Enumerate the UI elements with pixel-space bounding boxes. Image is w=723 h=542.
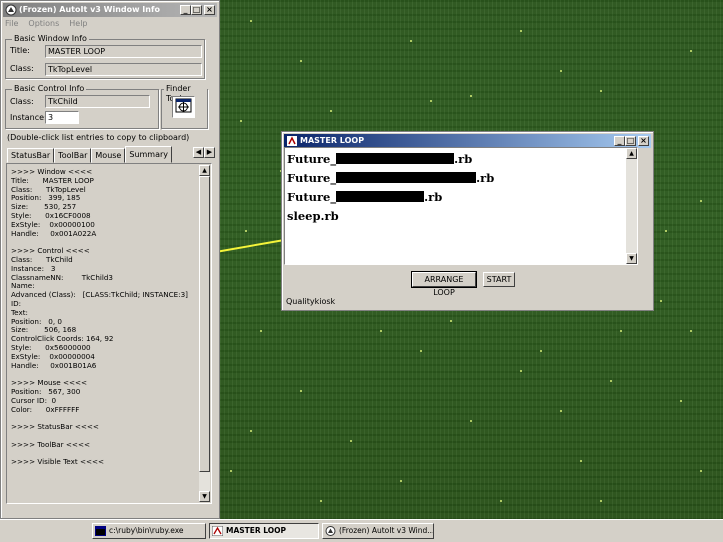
hint-text: (Double-click list entries to copy to cl… [7, 133, 190, 142]
menu-options[interactable]: Options [28, 18, 59, 30]
scroll-up-button[interactable]: ▲ [199, 165, 210, 176]
ml-minimize-button[interactable]: _ [614, 136, 625, 146]
instance-label: Instance: [10, 113, 47, 122]
summary-list[interactable]: >>>> Window <<<< Title: MASTER LOOP Class:… [6, 163, 212, 504]
autoit-window: (Frozen) AutoIt v3 Window Info _ □ × Fil… [0, 0, 220, 519]
tab-scroll-right-button[interactable]: ▶ [204, 147, 215, 158]
minimize-button[interactable]: _ [180, 5, 191, 15]
class-field[interactable]: TkTopLevel [45, 63, 202, 76]
basic-control-group: Basic Control Info Class: TkChild Instan… [5, 84, 159, 129]
basic-window-label: Basic Window Info [12, 34, 89, 44]
summary-line[interactable]: >>>> ToolBar <<<< [11, 440, 199, 450]
file-item[interactable]: sleep.rb [287, 209, 339, 223]
tab-scroll-left-button[interactable]: ◀ [193, 147, 204, 158]
tab-toolbar[interactable]: ToolBar [54, 148, 92, 163]
taskbar-item-autoit[interactable]: (Frozen) AutoIt v3 Wind... [322, 523, 434, 539]
redaction-bar [336, 191, 425, 202]
basic-window-group: Basic Window Info Title: MASTER LOOP Cla… [5, 34, 205, 79]
summary-line[interactable]: Handle: 0x001B01A6 [11, 361, 199, 371]
summary-line[interactable]: Color: 0xFFFFFF [11, 405, 199, 415]
file-item[interactable]: Future_ .rb [287, 152, 472, 166]
summary-line[interactable]: >>>> Visible Text <<<< [11, 457, 199, 467]
menu-file[interactable]: File [5, 18, 18, 30]
summary-line[interactable]: Advanced (Class): [CLASS:TkChild; INSTAN… [11, 290, 199, 300]
ml-close-button[interactable]: × [638, 136, 649, 146]
file-list[interactable]: Future_ .rb Future_ .rb Future_ .rb sleep.r… [284, 147, 638, 265]
class-label: Class: [10, 64, 34, 73]
tab-bar: StatusBar ToolBar Mouse Summary [7, 146, 173, 163]
scroll-down-button[interactable]: ▼ [199, 491, 210, 502]
instance-field[interactable]: 3 [45, 111, 79, 124]
arrange-loop-button[interactable]: ARRANGE LOOP [411, 271, 477, 297]
tab-summary[interactable]: Summary [125, 146, 173, 163]
file-item[interactable]: Future_ .rb [287, 190, 442, 204]
file-scroll-up-button[interactable]: ▲ [626, 148, 637, 159]
status-text: Qualitykiosk [286, 297, 336, 306]
master-loop-title: MASTER LOOP [300, 136, 365, 145]
maximize-button[interactable]: □ [191, 5, 202, 15]
master-loop-titlebar[interactable]: MASTER LOOP _ □ × [284, 134, 651, 148]
redaction-bar [336, 153, 455, 164]
taskbar-item-ruby[interactable]: c:\ruby\bin\ruby.exe [92, 523, 206, 539]
autoit-icon [5, 4, 17, 16]
control-class-label: Class: [10, 97, 34, 106]
ml-maximize-button[interactable]: □ [625, 136, 636, 146]
basic-control-label: Basic Control Info [12, 84, 87, 94]
scroll-thumb[interactable] [199, 176, 210, 472]
title-field[interactable]: MASTER LOOP [45, 45, 202, 58]
redaction-bar [336, 172, 477, 183]
file-item[interactable]: Future_ .rb [287, 171, 494, 185]
menubar: File Options Help [5, 18, 88, 30]
finder-tool-crosshair-icon[interactable] [172, 96, 195, 118]
summary-line[interactable]: Handle: 0x001A022A [11, 229, 199, 239]
summary-line[interactable]: >>>> StatusBar <<<< [11, 422, 199, 432]
autoit-titlebar[interactable]: (Frozen) AutoIt v3 Window Info _ □ × [3, 3, 217, 17]
tk-icon [286, 135, 298, 147]
summary-line[interactable]: ID: [11, 299, 199, 309]
control-class-field[interactable]: TkChild [45, 95, 150, 108]
summary-scrollbar[interactable]: ▲ ▼ [199, 165, 210, 502]
tab-mouse[interactable]: Mouse [91, 148, 126, 163]
file-list-scrollbar[interactable]: ▲ ▼ [626, 148, 637, 264]
tab-statusbar[interactable]: StatusBar [7, 148, 55, 163]
tk-icon [211, 525, 224, 537]
title-label: Title: [10, 46, 30, 55]
autoit-title: (Frozen) AutoIt v3 Window Info [19, 5, 160, 14]
summary-line[interactable]: ClassnameNN: TkChild3 [11, 273, 199, 283]
menu-help[interactable]: Help [69, 18, 87, 30]
console-icon [95, 526, 106, 536]
taskbar-item-master-loop[interactable]: MASTER LOOP [209, 523, 319, 539]
file-scroll-down-button[interactable]: ▼ [626, 253, 637, 264]
start-button[interactable]: START [483, 272, 515, 287]
taskbar: c:\ruby\bin\ruby.exe MASTER LOOP (Frozen… [0, 519, 723, 542]
autoit-icon [325, 526, 336, 536]
close-button[interactable]: × [204, 5, 215, 15]
